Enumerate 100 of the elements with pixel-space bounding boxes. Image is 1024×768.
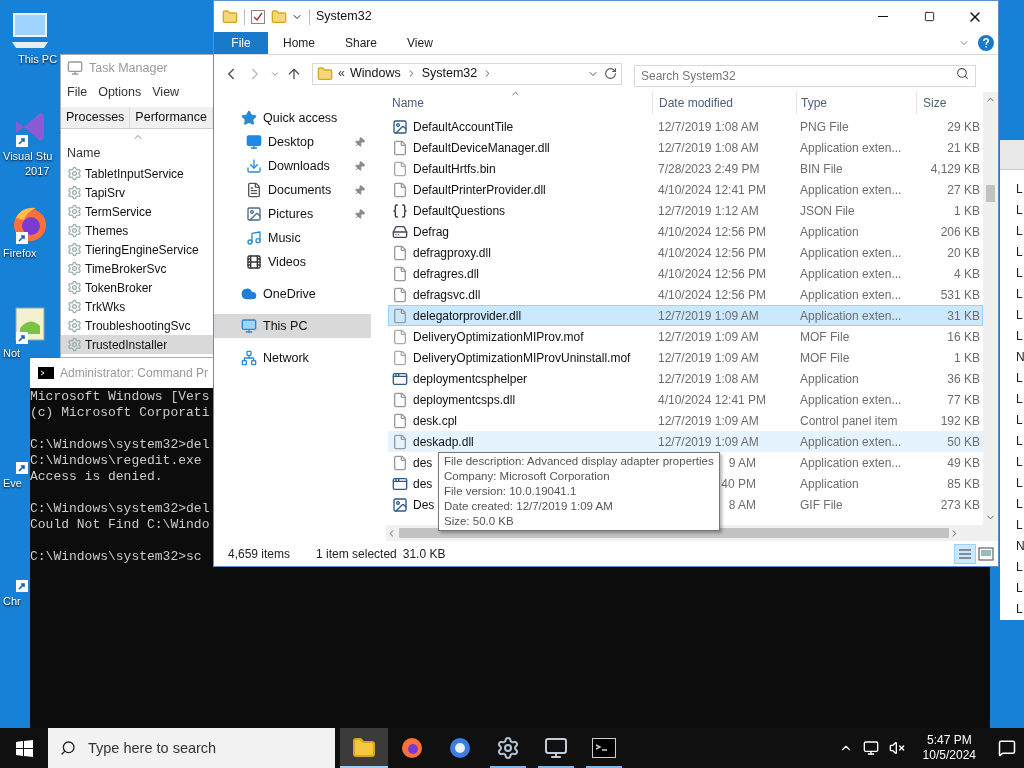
list-item-text: L	[1016, 411, 1023, 429]
nav-item-label: Documents	[268, 181, 332, 199]
file-type: Application exten...	[800, 244, 902, 262]
nav-item-label: Network	[263, 349, 309, 367]
date-modified: 4/10/2024 12:41 PM	[658, 181, 767, 199]
service-name: TermService	[85, 203, 152, 221]
list-item-text: L	[1016, 285, 1023, 303]
date-modified: 4/10/2024 12:56 PM	[658, 265, 767, 283]
file-type: Application exten...	[800, 139, 902, 157]
date-modified: 12/7/2019 1:09 AM	[658, 433, 759, 451]
file-size: 50 KB	[947, 433, 980, 451]
file-name: DeliveryOptimizationMIProvUninstall.mof	[413, 349, 631, 367]
file-size: 29 KB	[947, 118, 980, 136]
list-item-text: L	[1016, 495, 1023, 513]
file-type: GIF File	[800, 496, 843, 514]
console-line: C:\Windows\system32>del	[30, 437, 210, 453]
file-type: Application exten...	[800, 307, 902, 325]
file-size: 85 KB	[947, 475, 980, 493]
window-title: Administrator: Command Pr	[60, 365, 209, 382]
list-item-text: L	[1016, 180, 1023, 198]
list-item-text: L	[1016, 201, 1023, 219]
file-type: Application exten...	[800, 433, 902, 451]
file-size: 1 KB	[954, 202, 980, 220]
nav-item-label: Downloads	[268, 157, 330, 175]
date-modified: 12/7/2019 1:09 AM	[658, 412, 759, 430]
date-modified: 12/7/2019 1:12 AM	[658, 202, 759, 220]
list-item-text: L	[1016, 327, 1023, 345]
list-item-text: L	[1016, 516, 1023, 534]
console-line: Microsoft Windows [Vers	[30, 389, 210, 405]
list-item-text: L	[1016, 474, 1023, 492]
service-name: TrustedInstaller	[85, 336, 168, 354]
tooltip-line: File description: Advanced display adapter properties	[444, 454, 714, 469]
file-name: DefaultHrtfs.bin	[413, 160, 496, 178]
nav-item-label: Music	[268, 229, 301, 247]
list-item-text: N	[1016, 348, 1024, 366]
file-type: MOF File	[800, 328, 850, 346]
date-modified: 12/7/2019 1:09 AM	[658, 307, 759, 325]
list-item-text: L	[1016, 453, 1023, 471]
file-name: deploymentcsphelper	[413, 370, 528, 388]
file-size: 1 KB	[954, 349, 980, 367]
date-modified: 12/7/2019 1:08 AM	[658, 370, 759, 388]
clock-date: 10/5/2024	[922, 748, 976, 763]
file-name: defragres.dll	[413, 265, 480, 283]
list-item-text: L	[1016, 264, 1023, 282]
file-name: desk.cpl	[413, 412, 458, 430]
file-name: DefaultQuestions	[413, 202, 506, 220]
file-name: DefaultDeviceManager.dll	[413, 139, 550, 157]
file-type: MOF File	[800, 349, 850, 367]
service-name: TabletInputService	[85, 165, 184, 183]
file-size: 206 KB	[940, 223, 980, 241]
file-name: deploymentcsps.dll	[413, 391, 516, 409]
date-modified: 12/7/2019 1:08 AM	[658, 139, 759, 157]
date-modified: 4/10/2024 12:41 PM	[658, 391, 767, 409]
file-size: 273 KB	[940, 496, 980, 514]
file-size: 36 KB	[947, 370, 980, 388]
file-size: 531 KB	[940, 286, 980, 304]
service-name: TrkWks	[85, 298, 126, 316]
file-name: delegatorprovider.dll	[413, 307, 522, 325]
console-line: C:\Windows\system32>del	[30, 501, 210, 517]
date-modified: 40 PM	[721, 475, 756, 493]
list-item-text: L	[1016, 600, 1023, 618]
date-modified: 4/10/2024 12:56 PM	[658, 286, 767, 304]
list-item-text: L	[1016, 558, 1023, 576]
list-item-text: L	[1016, 579, 1023, 597]
nav-item-label: Videos	[268, 253, 306, 271]
file-size: 21 KB	[947, 139, 980, 157]
date-modified: 12/7/2019 1:09 AM	[658, 328, 759, 346]
tooltip-line: Date created: 12/7/2019 1:09 AM	[444, 499, 614, 514]
nav-item-label: Quick access	[263, 109, 338, 127]
file-type: Application exten...	[800, 181, 902, 199]
date-modified: 9 AM	[728, 454, 756, 472]
file-name: Defrag	[413, 223, 450, 241]
file-name: deskadp.dll	[413, 433, 474, 451]
file-type: Application exten...	[800, 391, 902, 409]
list-item-text: L	[1016, 432, 1023, 450]
nav-item-label: This PC	[263, 317, 308, 335]
date-modified: 12/7/2019 1:08 AM	[658, 118, 759, 136]
console-line: Could Not Find C:\Windo	[30, 517, 210, 533]
console-line: C:\Windows\regedit.exe	[30, 453, 202, 469]
file-type: BIN File	[800, 160, 843, 178]
file-type: Application exten...	[800, 454, 902, 472]
date-modified: 7/28/2023 2:49 PM	[658, 160, 760, 178]
nav-item-label: Pictures	[268, 205, 314, 223]
console-line: (c) Microsoft Corporati	[30, 405, 210, 421]
tooltip-line: File version: 10.0.19041.1	[444, 484, 578, 499]
file-type: Application	[800, 370, 859, 388]
list-item-text: L	[1016, 306, 1023, 324]
file-name: des	[413, 454, 433, 472]
list-item-text: N	[1016, 537, 1024, 555]
file-type: JSON File	[800, 202, 855, 220]
file-size: 31 KB	[947, 307, 980, 325]
file-type: Application exten...	[800, 265, 902, 283]
file-size: 192 KB	[940, 412, 980, 430]
console-line: C:\Windows\system32>sc	[30, 549, 202, 565]
status-text: 31.0 KB	[402, 545, 446, 563]
date-modified: 4/10/2024 12:56 PM	[658, 244, 767, 262]
date-modified: 8 AM	[728, 496, 756, 514]
date-modified: 12/7/2019 1:09 AM	[658, 349, 759, 367]
nav-item-label: OneDrive	[263, 285, 316, 303]
date-modified: 4/10/2024 12:56 PM	[658, 223, 767, 241]
